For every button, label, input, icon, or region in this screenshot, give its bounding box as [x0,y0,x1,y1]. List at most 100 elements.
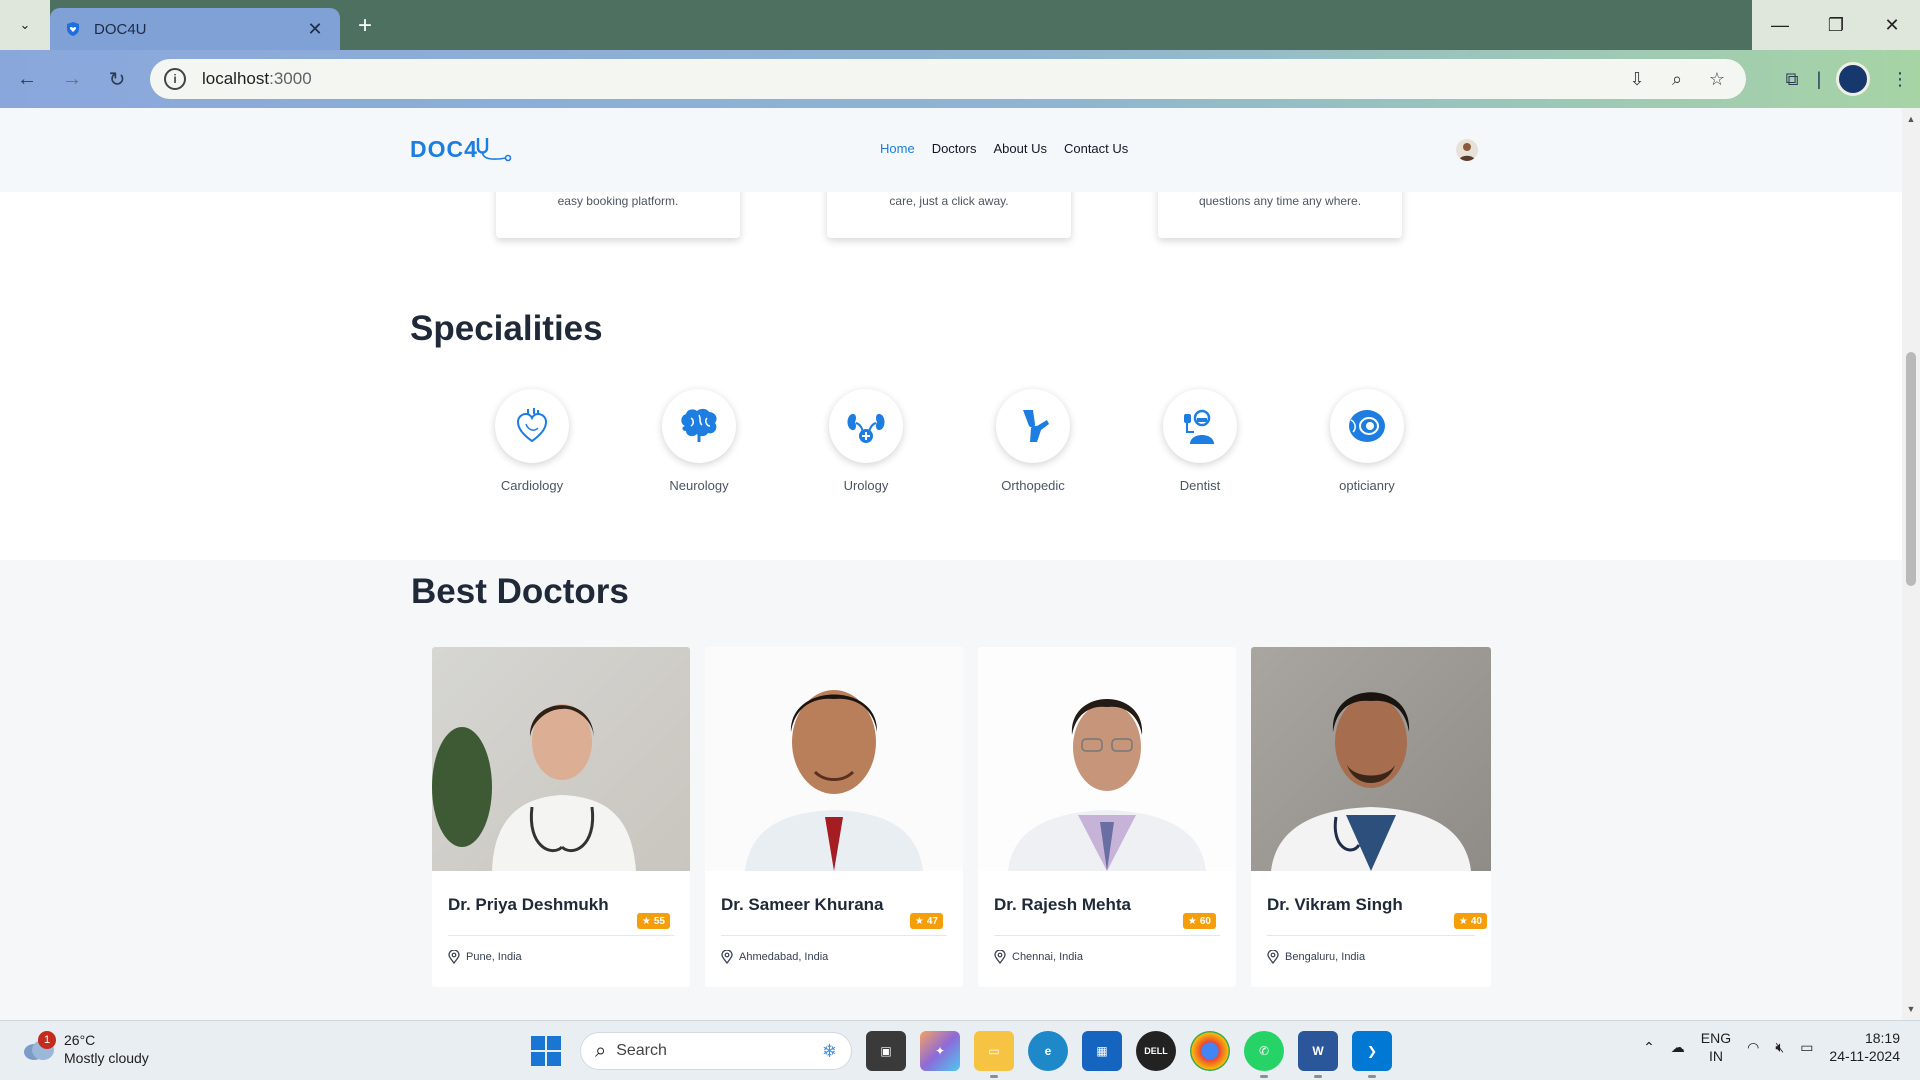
chrome-icon[interactable] [1190,1031,1230,1071]
battery-icon[interactable]: ▭ [1800,1039,1813,1056]
tab-search-button[interactable]: ⌄ [0,0,50,50]
location-pin-icon [1267,950,1279,964]
onedrive-cloud-icon[interactable]: ☁ [1671,1039,1685,1056]
nav-about-us[interactable]: About Us [993,141,1046,156]
doctor-card-body: Dr. Priya Deshmukh ★ 55 Pune, India [432,895,690,964]
back-arrow-icon[interactable]: ← [12,64,42,94]
scrollbar-thumb[interactable] [1906,352,1916,586]
notification-badge: 1 [38,1031,56,1049]
doctor-card-body: Dr. Rajesh Mehta ★ 60 Chennai, India [978,895,1236,964]
cloud-icon: 1 [22,1031,56,1064]
url-text[interactable]: localhost:3000 [202,69,1612,89]
new-tab-button[interactable]: + [352,12,378,39]
browser-tab-bar: ⌄ DOC4U ✕ + — ❐ ✕ [0,0,1920,50]
page-scrollbar[interactable]: ▲ ▼ [1902,108,1920,1020]
profile-avatar[interactable] [1836,62,1870,96]
dell-icon[interactable]: DELL [1136,1031,1176,1071]
star-icon: ★ [641,915,651,927]
system-tray: ⌃ ☁ ENG IN ◠ 🔇︎ ▭ 18:19 24-11-2024 [1643,1029,1900,1065]
doctor-card[interactable]: Dr. Sameer Khurana ★ 47 Ahmedabad, India [705,647,963,987]
bookmark-star-icon[interactable]: ☆ [1702,64,1732,94]
extensions-puzzle-icon[interactable]: ⧉ [1772,59,1812,99]
weather-text: 26°C Mostly cloudy [64,1032,149,1066]
speciality-cardiology[interactable]: Cardiology [472,389,592,493]
language-indicator[interactable]: ENG IN [1701,1029,1731,1065]
address-bar[interactable]: i localhost:3000 ⇩ ⌕ ☆ [150,59,1746,99]
nav-home[interactable]: Home [880,141,915,156]
site-logo[interactable]: DOC4 [410,134,514,164]
doctor-photo [978,647,1236,871]
clock[interactable]: 18:19 24-11-2024 [1829,1029,1900,1065]
doctor-photo [432,647,690,871]
scroll-down-arrow-icon[interactable]: ▼ [1902,1000,1920,1018]
store-icon[interactable]: ▦ [1082,1031,1122,1071]
close-window-button[interactable]: ✕ [1864,0,1920,50]
browser-toolbar: ← → ↻ i localhost:3000 ⇩ ⌕ ☆ ⧉ | ⋮ [0,50,1920,108]
zoom-icon[interactable]: ⌕ [1662,64,1692,94]
star-icon: ★ [1187,915,1197,927]
weather-widget[interactable]: 1 26°C Mostly cloudy [22,1031,149,1067]
dentist-icon [1184,409,1214,444]
doctor-card-body: Dr. Vikram Singh ★ 40 Bengaluru, India [1251,895,1491,964]
minimize-button[interactable]: — [1752,0,1808,50]
forward-arrow-icon[interactable]: → [57,64,87,94]
location-pin-icon [448,950,460,964]
feature-text: questions any time any where. [1198,194,1362,208]
site-header: DOC4 Home Doctors About Us Contact Us [0,108,1902,192]
task-view-icon[interactable]: ▣ [866,1031,906,1071]
location-pin-icon [721,950,733,964]
nav-contact-us[interactable]: Contact Us [1064,141,1128,156]
search-icon: ⌕ [595,1039,607,1062]
reload-icon[interactable]: ↻ [102,64,132,94]
stethoscope-u-icon [476,138,512,162]
location-pin-icon [994,950,1006,964]
doctor-photo [1251,647,1491,871]
windows-start-icon[interactable] [526,1031,566,1071]
edge-browser-icon[interactable]: e [1028,1031,1068,1071]
doctor-card[interactable]: Dr. Priya Deshmukh ★ 55 Pune, India [432,647,690,987]
feature-text: care, just a click away. [889,194,1009,208]
speciality-icon-circle [829,389,903,463]
doctor-name: Dr. Sameer Khurana [721,895,884,914]
speciality-orthopedic[interactable]: Orthopedic [973,389,1093,493]
speciality-label: Neurology [669,478,729,493]
doctor-name: Dr. Priya Deshmukh [448,895,609,914]
card-divider [1267,935,1475,936]
volume-muted-icon[interactable]: 🔇︎ [1775,1039,1784,1056]
taskbar-search[interactable]: ⌕ Search ❄ [580,1032,852,1070]
page-viewport: DOC4 Home Doctors About Us Contact Us ea… [0,108,1920,1020]
doctor-name: Dr. Vikram Singh [1267,895,1403,914]
speciality-neurology[interactable]: Neurology [639,389,759,493]
file-explorer-icon[interactable]: ▭ [974,1031,1014,1078]
copilot-icon[interactable]: ✦ [920,1031,960,1071]
rating-badge: ★ 40 [1453,913,1487,929]
more-menu-icon[interactable]: ⋮ [1880,59,1920,99]
doctor-card[interactable]: Dr. Rajesh Mehta ★ 60 Chennai, India [978,647,1236,987]
nav-doctors[interactable]: Doctors [932,141,977,156]
doctor-photo [705,647,963,871]
star-icon: ★ [1458,915,1468,927]
vscode-icon[interactable]: ❯ [1352,1031,1392,1078]
window-controls: — ❐ ✕ [1752,0,1920,50]
heart-icon [516,408,548,443]
speciality-label: Urology [843,478,889,493]
browser-tab[interactable]: DOC4U ✕ [50,8,340,50]
scroll-up-arrow-icon[interactable]: ▲ [1902,110,1920,128]
chevron-down-icon: ⌄ [19,17,31,32]
speciality-urology[interactable]: Urology [806,389,926,493]
rating-badge: ★ 47 [909,913,943,929]
kidney-icon [847,413,885,443]
install-app-icon[interactable]: ⇩ [1622,64,1652,94]
doctor-card[interactable]: Dr. Vikram Singh ★ 40 Bengaluru, India [1251,647,1491,987]
whatsapp-icon[interactable]: ✆ [1244,1031,1284,1078]
site-info-icon[interactable]: i [164,68,186,90]
doctor-name: Dr. Rajesh Mehta [994,895,1131,914]
word-icon[interactable]: W [1298,1031,1338,1078]
speciality-dentist[interactable]: Dentist [1140,389,1260,493]
user-avatar[interactable] [1456,139,1478,161]
tab-close-icon[interactable]: ✕ [304,18,326,40]
restore-button[interactable]: ❐ [1808,0,1864,50]
chevron-up-icon[interactable]: ⌃ [1643,1039,1655,1056]
wifi-icon[interactable]: ◠ [1747,1039,1759,1056]
speciality-opticianry[interactable]: opticianry [1307,389,1427,493]
